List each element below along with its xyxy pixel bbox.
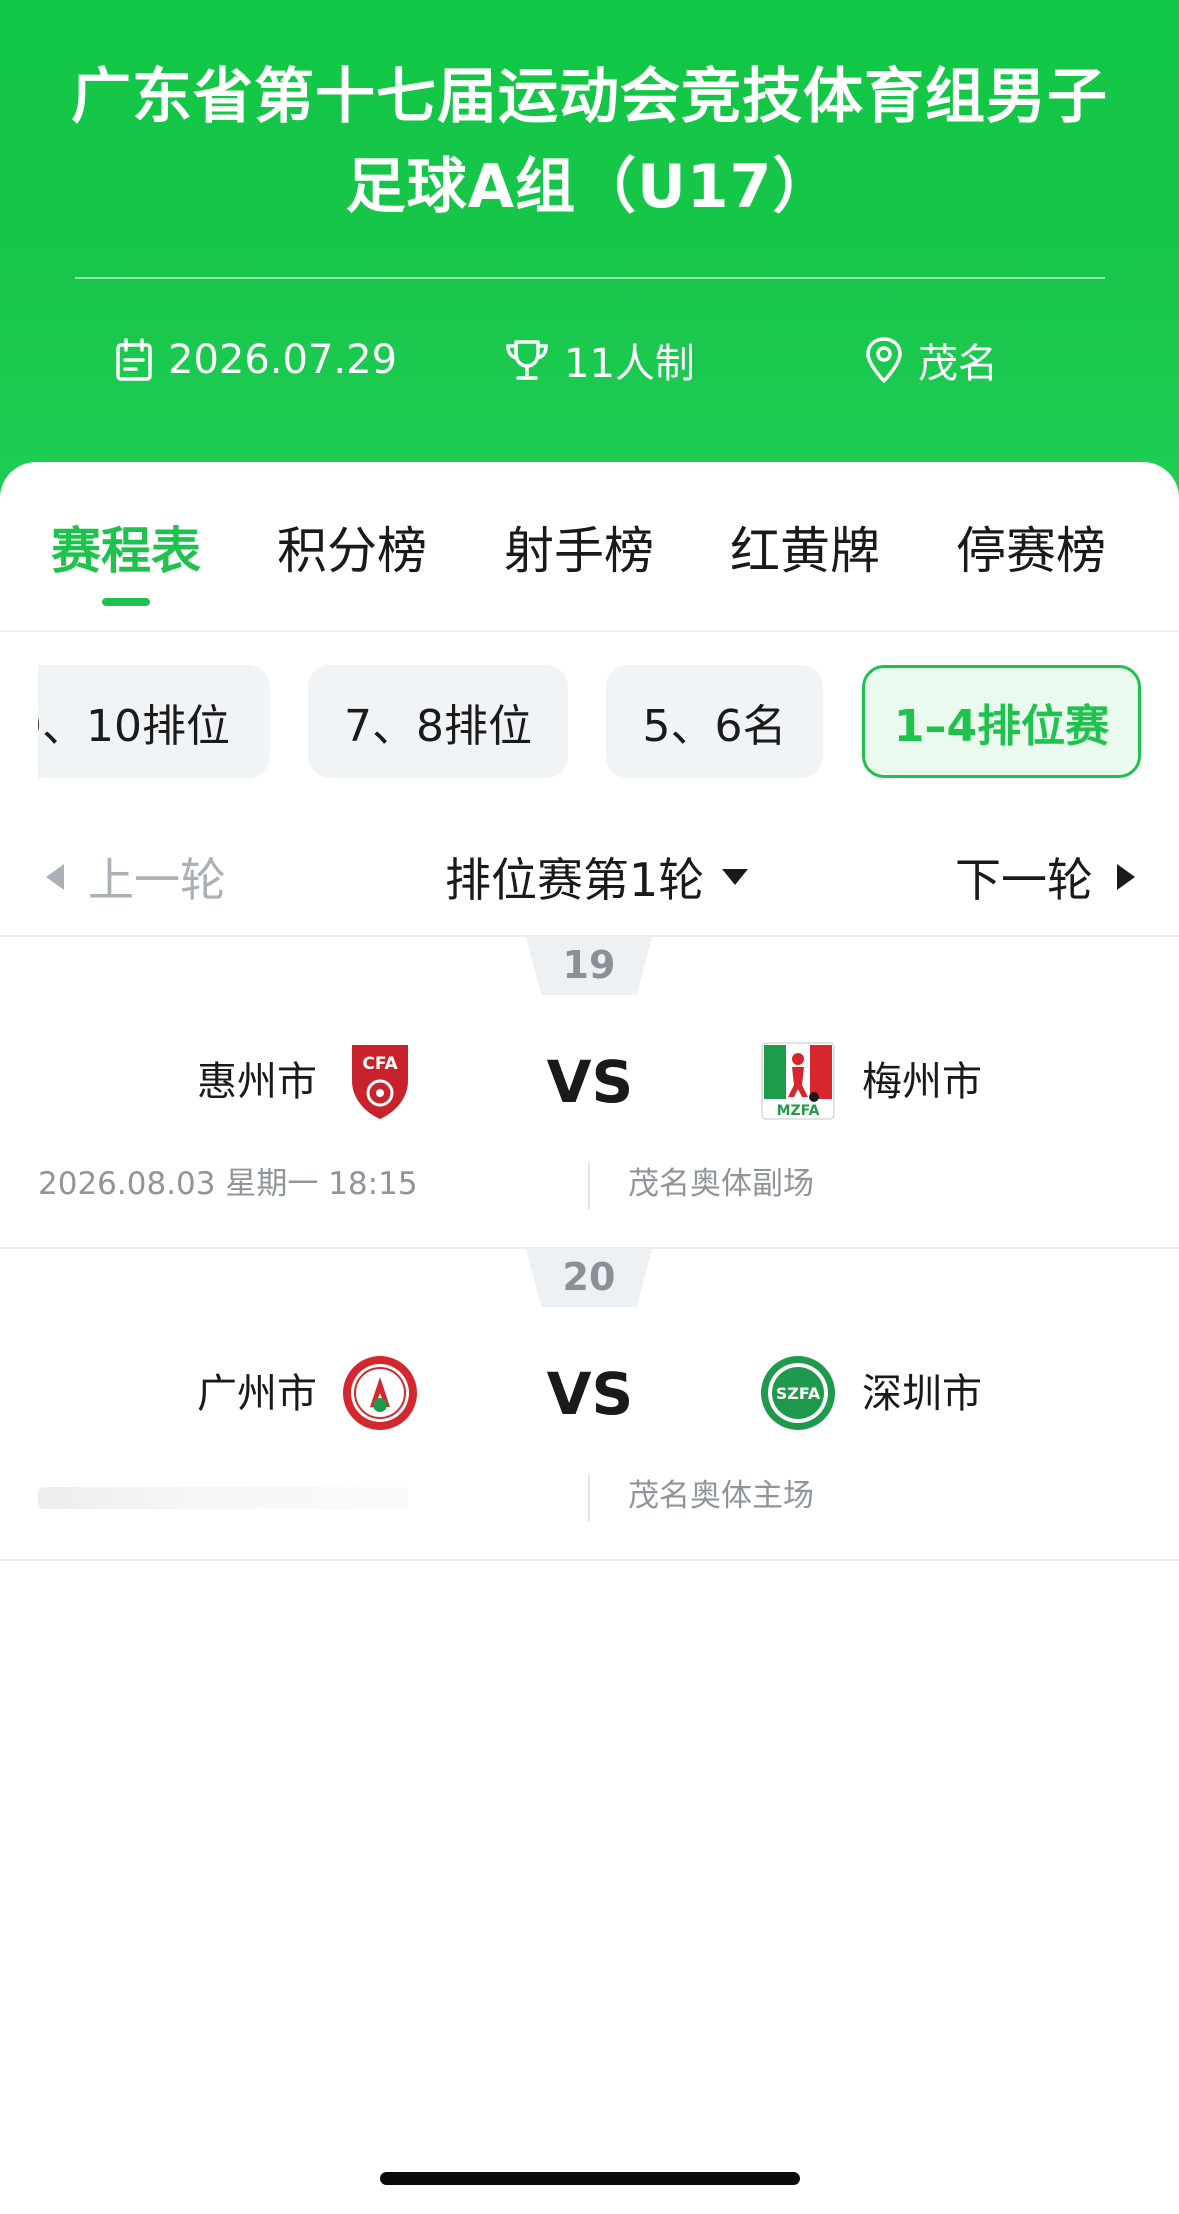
home-team-name: 惠州市 [197, 1059, 317, 1105]
guangzhou-team-logo [343, 1356, 417, 1430]
round-chip-5-6[interactable]: 5、6名 [606, 665, 823, 778]
info-divider [588, 1475, 590, 1521]
tab-cards[interactable]: 红黄牌 [729, 516, 881, 586]
event-location-text: 茂名 [918, 341, 998, 387]
arrow-right-icon [1117, 864, 1135, 890]
match-venue: 茂名奥体副场 [628, 1166, 814, 1202]
match-time: 2026.08.03 星期一 18:15 [38, 1166, 418, 1202]
arrow-left-icon [46, 864, 64, 890]
match-time-placeholder [38, 1487, 408, 1509]
event-format-text: 11人制 [564, 341, 695, 387]
event-date: 2026.07.29 [114, 325, 397, 395]
next-round-button[interactable]: 下一轮 [955, 827, 1135, 927]
vs-label: VS [546, 1048, 634, 1116]
list-end-divider [0, 1559, 1179, 1561]
event-header: 广东省第十七届运动会竞技体育组男子足球A组（U17） 2026.07.29 11… [0, 0, 1179, 500]
calendar-icon [116, 338, 152, 381]
round-chip-7-8[interactable]: 7、8排位 [308, 665, 568, 778]
current-round-label: 排位赛第1轮 [445, 853, 705, 907]
away-team-name: 梅州市 [862, 1059, 982, 1105]
away-logo-text: MZFA [777, 1103, 820, 1119]
prev-round-label: 上一轮 [88, 853, 226, 907]
home-logo-text: CFA [362, 1054, 398, 1074]
match-number: 20 [526, 1249, 652, 1307]
trophy-icon [506, 340, 548, 380]
match-card[interactable]: 20 广州市 VS SZFA 深圳市 茂名奥体主场 [0, 1247, 1179, 1559]
huizhou-team-logo: CFA [352, 1045, 408, 1119]
match-venue: 茂名奥体主场 [628, 1478, 814, 1514]
home-team-name: 广州市 [197, 1371, 317, 1417]
tab-suspensions[interactable]: 停赛榜 [955, 516, 1107, 586]
event-title: 广东省第十七届运动会竞技体育组男子足球A组（U17） [71, 62, 1108, 222]
caret-down-icon [722, 869, 749, 885]
event-date-text: 2026.07.29 [168, 337, 398, 383]
event-format: 11人制 [504, 325, 695, 395]
away-team-name: 深圳市 [862, 1371, 982, 1417]
shenzhen-team-logo: SZFA [761, 1356, 835, 1430]
round-navigation: 上一轮 排位赛第1轮 下一轮 [0, 827, 1179, 927]
schedule-page: 广东省第十七届运动会竞技体育组男子足球A组（U17） 2026.07.29 11… [0, 0, 1179, 2214]
tab-schedule[interactable]: 赛程表 [50, 516, 202, 586]
round-chip-9-10[interactable]: 9、10排位 [38, 665, 270, 778]
content-card: 赛程表 积分榜 射手榜 红黄牌 停赛榜 9、10排位 7、8排位 5、6名 1–… [0, 462, 1179, 2214]
tab-bar: 赛程表 积分榜 射手榜 红黄牌 停赛榜 [0, 462, 1179, 632]
next-round-label: 下一轮 [955, 853, 1093, 907]
away-logo-text: SZFA [776, 1384, 821, 1403]
round-dropdown[interactable]: 排位赛第1轮 [445, 827, 749, 927]
vs-label: VS [546, 1360, 634, 1428]
home-indicator[interactable] [380, 2172, 800, 2185]
tab-top-scorers[interactable]: 射手榜 [503, 516, 655, 586]
round-group-selector: 9、10排位 7、8排位 5、6名 1–4排位赛 [38, 665, 1179, 780]
active-tab-indicator [102, 598, 150, 606]
meizhou-team-logo: MZFA [761, 1042, 835, 1120]
prev-round-button[interactable]: 上一轮 [46, 827, 226, 927]
round-chip-1-4[interactable]: 1–4排位赛 [862, 665, 1141, 778]
tab-standings[interactable]: 积分榜 [276, 516, 428, 586]
info-divider [588, 1163, 590, 1209]
header-divider [75, 277, 1105, 279]
event-location: 茂名 [864, 325, 998, 395]
match-card[interactable]: 19 惠州市 CFA VS MZFA 梅州市 2026.08.03 星期一 18… [0, 935, 1179, 1247]
match-number: 19 [526, 937, 652, 995]
location-pin-icon [866, 337, 902, 383]
